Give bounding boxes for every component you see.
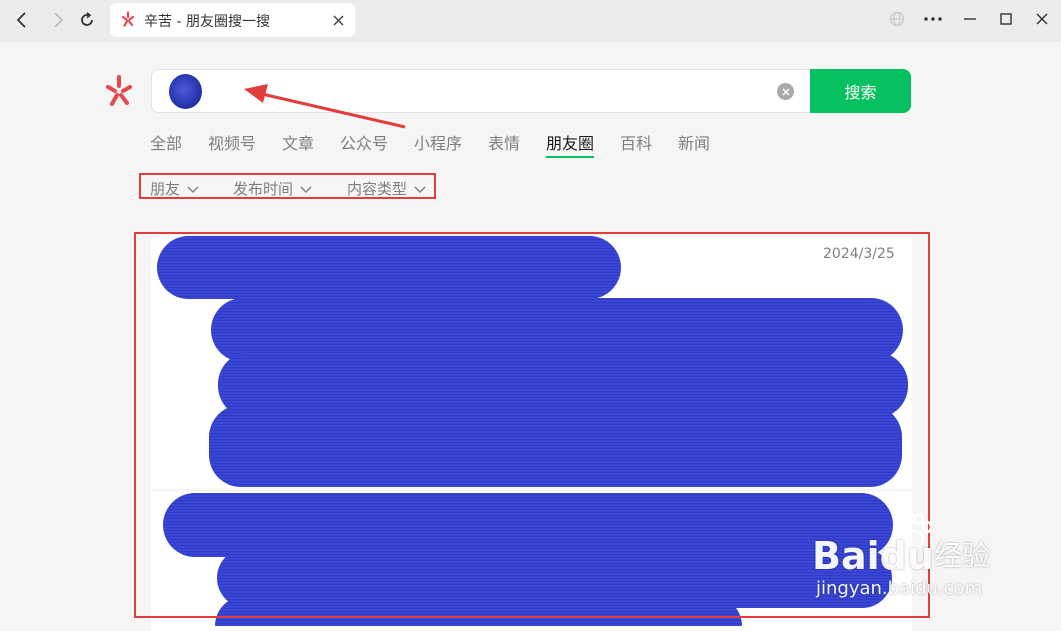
watermark-suffix: 经验 [934, 539, 991, 572]
watermark-brand: Baidu [812, 534, 934, 578]
watermark-url: jingyan.baidu.com [816, 578, 983, 599]
